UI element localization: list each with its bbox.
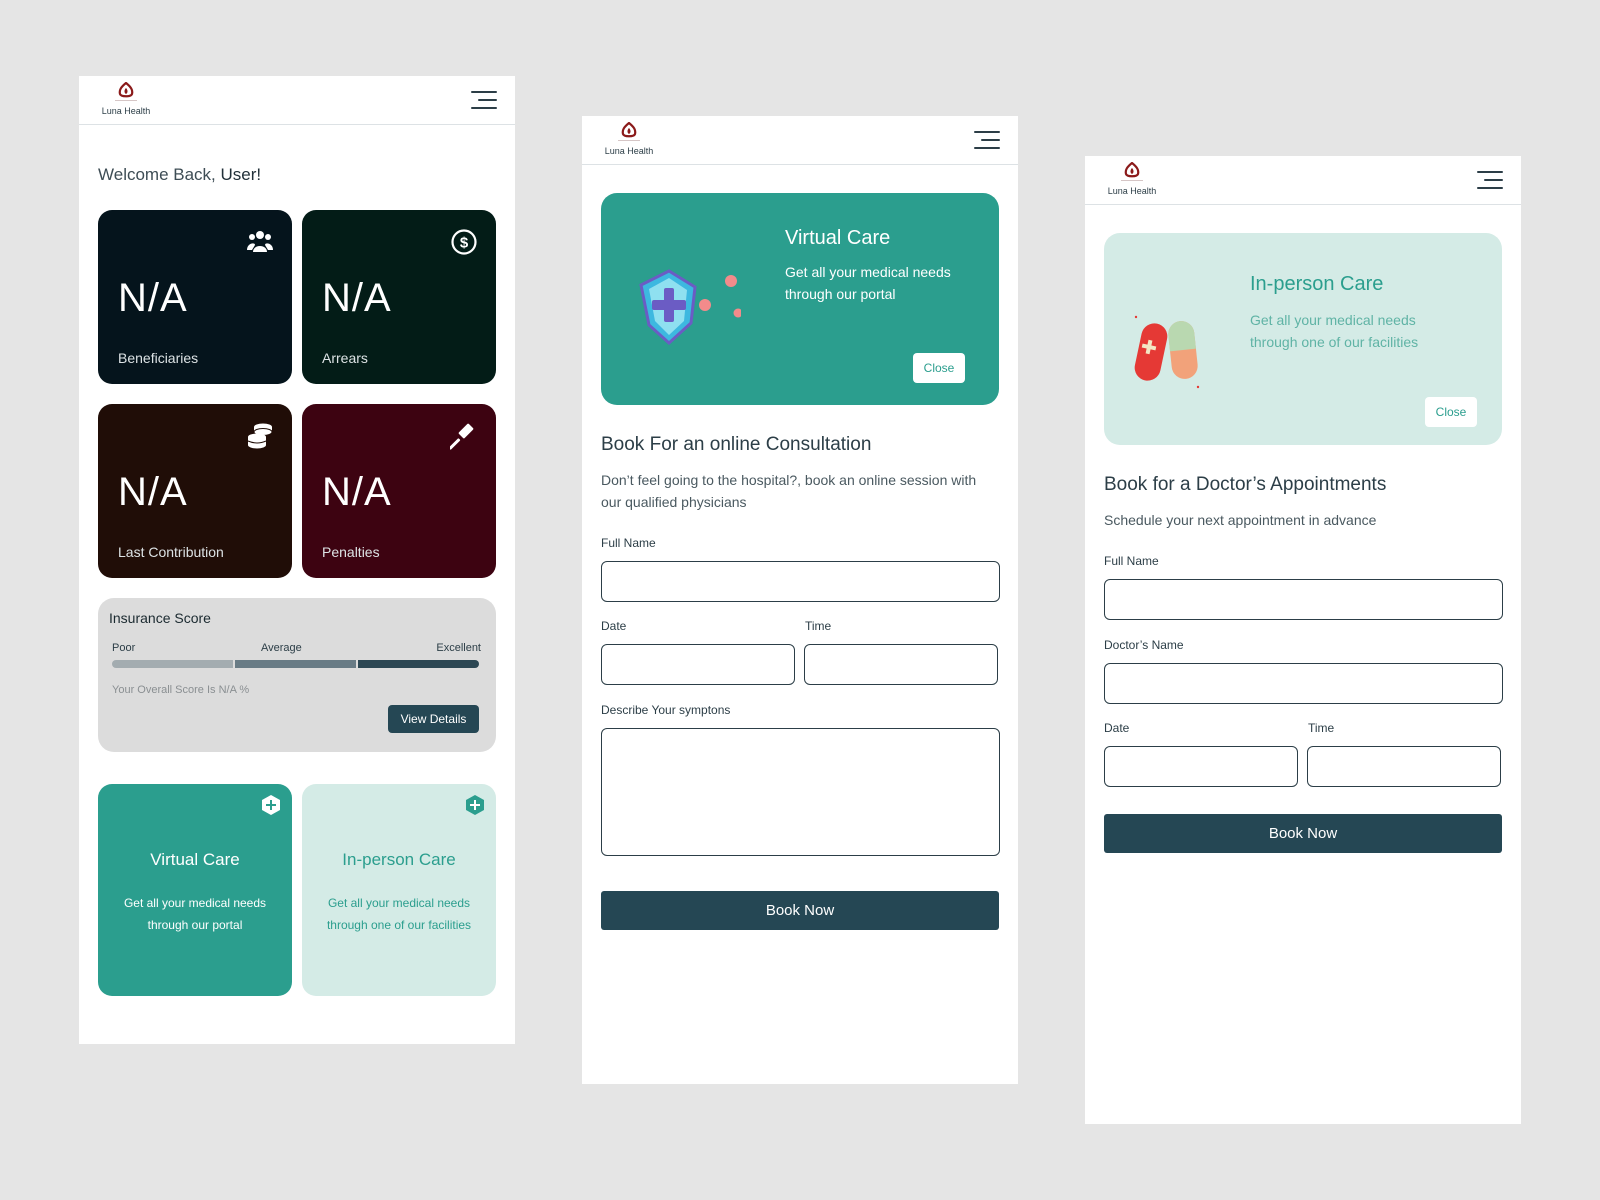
app-header: Luna Health — [1085, 156, 1521, 205]
svg-text:$: $ — [460, 235, 469, 252]
hamburger-menu-icon[interactable] — [1477, 171, 1503, 191]
stat-label: Beneficiaries — [118, 350, 199, 366]
virtual-care-card[interactable]: Virtual Care Get all your medical needs … — [98, 784, 292, 996]
hamburger-menu-icon[interactable] — [974, 131, 1000, 151]
insurance-score-card: Insurance Score Poor Average Excellent Y… — [98, 598, 496, 752]
plus-icon — [466, 795, 484, 815]
overall-score-text: Your Overall Score Is N/A % — [112, 684, 250, 696]
form-title: Book For an online Consultation — [601, 434, 872, 455]
medical-shield-icon — [639, 269, 741, 346]
book-now-button[interactable]: Book Now — [601, 891, 999, 930]
full-name-label: Full Name — [601, 536, 656, 550]
stat-label: Penalties — [322, 544, 380, 560]
brand-name: Luna Health — [101, 106, 151, 116]
insurance-score-title: Insurance Score — [109, 610, 211, 626]
date-label: Date — [1104, 721, 1130, 735]
welcome-message: Welcome Back, User! — [98, 165, 261, 185]
doctor-name-label: Doctor’s Name — [1104, 638, 1184, 652]
score-level-excellent: Excellent — [436, 642, 481, 654]
last-contribution-card[interactable]: N/A Last Contribution — [98, 404, 292, 578]
logo[interactable]: Luna Health — [98, 82, 154, 116]
banner-title: In-person Care — [1250, 273, 1384, 295]
close-button[interactable]: Close — [913, 353, 965, 383]
in-person-care-banner: In-person Care Get all your medical need… — [1104, 233, 1502, 445]
form-desc: Don’t feel going to the hospital?, book … — [601, 472, 977, 510]
time-input[interactable] — [1307, 746, 1501, 787]
card-title: Virtual Care — [150, 850, 240, 869]
coins-stack-icon — [247, 423, 273, 449]
in-person-care-screen: Luna Health In-person Care Get all your … — [1085, 156, 1521, 1124]
beneficiaries-card[interactable]: N/A Beneficiaries — [98, 210, 292, 384]
form-desc: Schedule your next appointment in advanc… — [1104, 512, 1377, 528]
gavel-icon — [450, 423, 474, 450]
app-header: Luna Health — [79, 76, 515, 125]
date-input[interactable] — [601, 644, 795, 685]
stat-value: N/A — [322, 276, 392, 320]
banner-desc: Get all your medical needs through our p… — [785, 264, 951, 302]
arrears-card[interactable]: $ N/A Arrears — [302, 210, 496, 384]
date-input[interactable] — [1104, 746, 1298, 787]
logo[interactable]: Luna Health — [1104, 162, 1160, 196]
virtual-care-screen: Luna Health Virtual Care Get all your me… — [582, 116, 1018, 1084]
banner-desc: Get all your medical needs through one o… — [1250, 312, 1419, 350]
time-label: Time — [805, 619, 832, 633]
symptoms-label: Describe Your symptons — [601, 703, 731, 717]
time-label: Time — [1308, 721, 1335, 735]
app-header: Luna Health — [582, 116, 1018, 165]
stat-label: Last Contribution — [118, 544, 224, 560]
plus-icon — [262, 795, 280, 815]
stat-value: N/A — [118, 470, 188, 514]
time-input[interactable] — [804, 644, 998, 685]
lotus-logo-icon — [621, 122, 637, 138]
card-desc: Get all your medical needs through our p… — [123, 896, 267, 932]
users-icon — [247, 231, 273, 252]
logo[interactable]: Luna Health — [601, 122, 657, 156]
stat-value: N/A — [322, 470, 392, 514]
stat-value: N/A — [118, 276, 188, 320]
card-title: In-person Care — [342, 850, 456, 869]
welcome-prefix: Welcome Back, — [98, 165, 216, 184]
pills-icon — [1134, 315, 1200, 389]
full-name-input[interactable] — [1104, 579, 1503, 620]
welcome-user: User! — [220, 165, 262, 184]
virtual-care-banner: Virtual Care Get all your medical needs … — [601, 193, 999, 405]
view-details-button[interactable]: View Details — [388, 705, 479, 733]
score-bar — [112, 660, 479, 668]
form-title: Book for a Doctor’s Appointments — [1104, 474, 1387, 495]
full-name-label: Full Name — [1104, 554, 1159, 568]
lotus-logo-icon — [1124, 162, 1140, 178]
brand-name: Luna Health — [1107, 186, 1157, 196]
full-name-input[interactable] — [601, 561, 1000, 602]
score-level-average: Average — [261, 642, 302, 654]
book-now-button[interactable]: Book Now — [1104, 814, 1502, 853]
penalties-card[interactable]: N/A Penalties — [302, 404, 496, 578]
dollar-circle-icon: $ — [451, 229, 477, 255]
in-person-care-card[interactable]: In-person Care Get all your medical need… — [302, 784, 496, 996]
brand-name: Luna Health — [604, 146, 654, 156]
close-button[interactable]: Close — [1425, 397, 1477, 427]
score-level-poor: Poor — [112, 642, 136, 654]
lotus-logo-icon — [118, 82, 134, 98]
card-desc: Get all your medical needs through one o… — [326, 896, 472, 932]
symptoms-textarea[interactable] — [601, 728, 1000, 856]
stat-label: Arrears — [322, 350, 368, 366]
date-label: Date — [601, 619, 627, 633]
dashboard-screen: Luna Health Welcome Back, User! N/A Bene… — [79, 76, 515, 1044]
hamburger-menu-icon[interactable] — [471, 91, 497, 111]
doctor-name-input[interactable] — [1104, 663, 1503, 704]
banner-title: Virtual Care — [785, 227, 891, 249]
